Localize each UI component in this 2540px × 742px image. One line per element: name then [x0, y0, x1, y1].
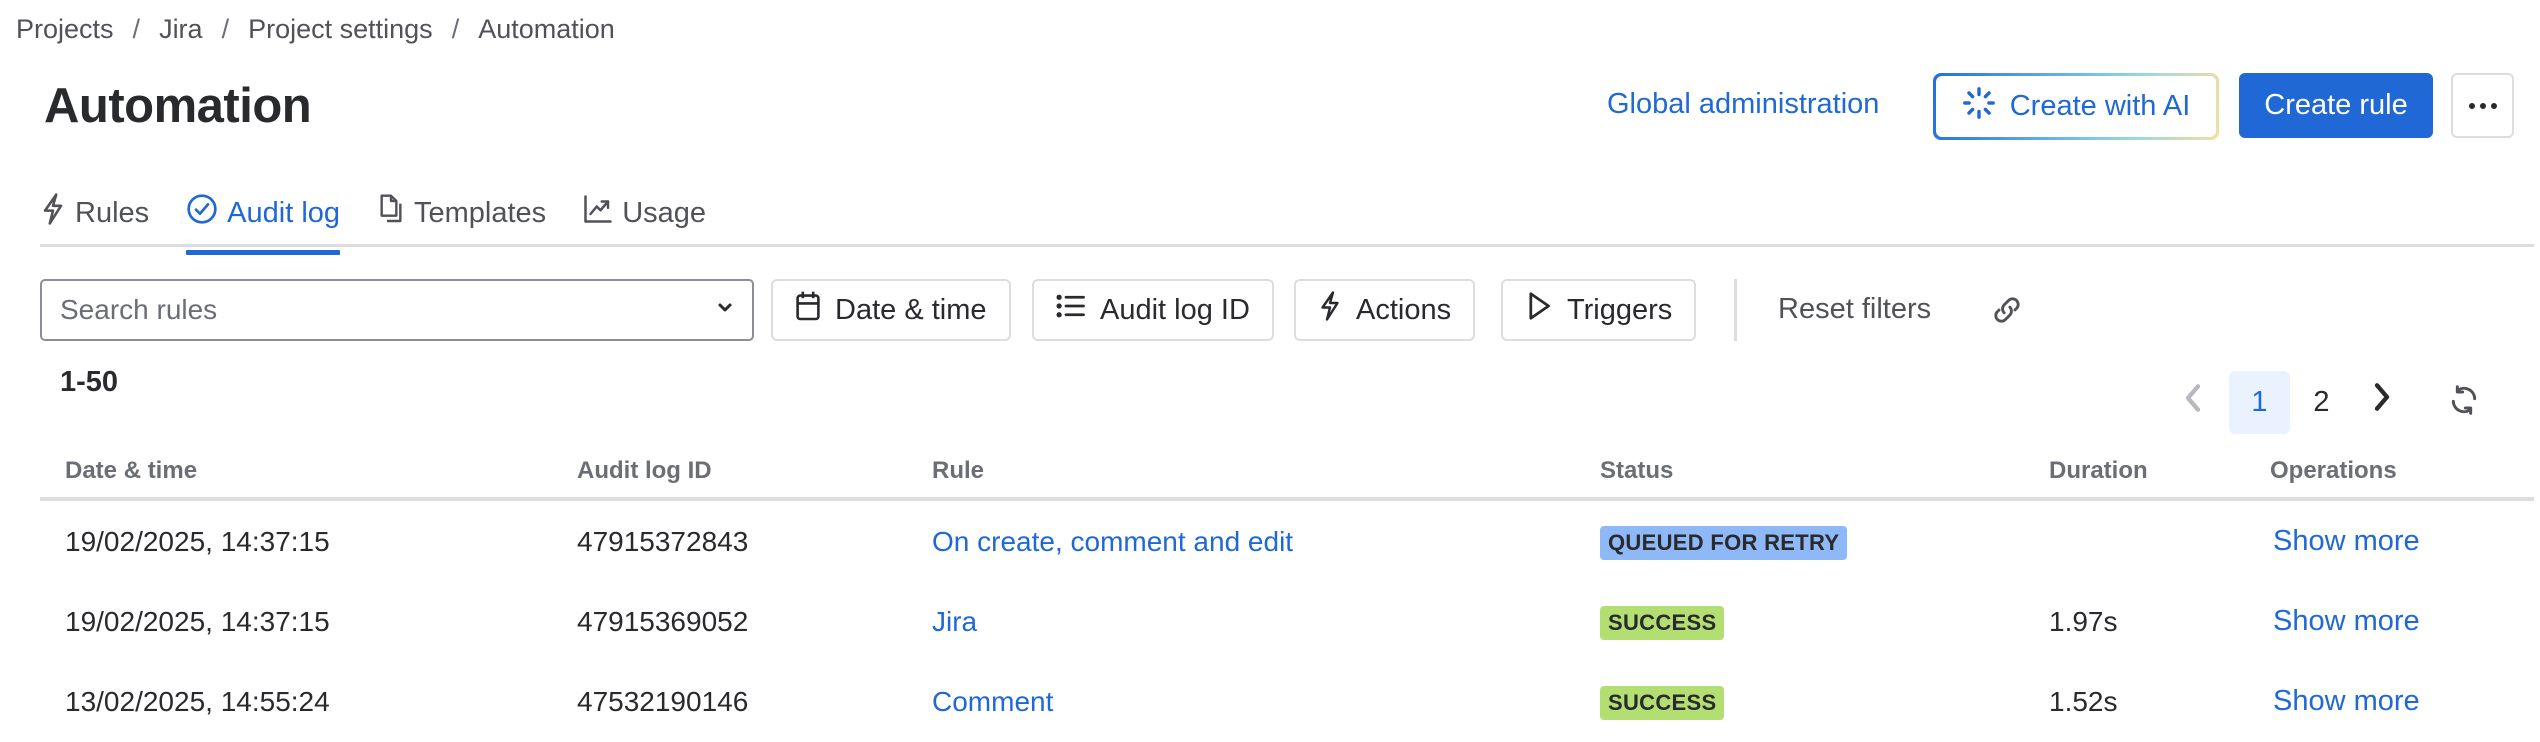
- tab-label: Templates: [414, 196, 547, 229]
- more-horizontal-icon: [2468, 97, 2498, 115]
- cell-audit-log-id: 47915372843: [577, 526, 749, 557]
- column-header-operations: Operations: [2270, 457, 2397, 484]
- actions-filter-button[interactable]: Actions: [1294, 279, 1476, 341]
- column-header-date-time[interactable]: Date & time: [65, 457, 197, 485]
- status-badge: SUCCESS: [1600, 606, 1725, 640]
- cell-duration: 1.52s: [2049, 686, 2118, 717]
- copy-document-icon: [377, 193, 405, 233]
- cell-date: 19/02/2025, 14:37:15: [65, 526, 330, 557]
- play-icon: [1525, 291, 1553, 329]
- date-time-filter-button[interactable]: Date & time: [771, 279, 1011, 341]
- column-header-audit-log-id[interactable]: Audit log ID: [577, 457, 712, 485]
- breadcrumb-separator: /: [132, 14, 141, 44]
- filter-label: Actions: [1356, 293, 1452, 326]
- more-actions-button[interactable]: [2451, 73, 2514, 138]
- search-rules-combobox[interactable]: [40, 279, 754, 341]
- chevron-down-icon[interactable]: [716, 301, 734, 319]
- show-more-link[interactable]: Show more: [2273, 605, 2420, 638]
- status-badge: QUEUED FOR RETRY: [1600, 526, 1848, 560]
- page-1-button[interactable]: 1: [2229, 371, 2290, 434]
- rule-link[interactable]: Comment: [932, 686, 1053, 718]
- previous-page-button[interactable]: [2183, 383, 2203, 418]
- list-icon: [1056, 293, 1086, 327]
- breadcrumb-automation[interactable]: Automation: [478, 14, 615, 45]
- tab-usage[interactable]: Usage: [583, 193, 706, 247]
- results-range: 1-50: [60, 366, 119, 398]
- filter-separator: [1734, 279, 1737, 341]
- ai-sparkle-icon: [1962, 86, 1996, 128]
- filter-label: Date & time: [835, 293, 987, 326]
- create-rule-button[interactable]: Create rule: [2239, 73, 2433, 138]
- breadcrumb-separator: /: [221, 14, 230, 44]
- tab-label: Audit log: [227, 196, 341, 229]
- rule-link[interactable]: On create, comment and edit: [932, 526, 1293, 558]
- create-with-ai-button[interactable]: Create with AI: [1933, 73, 2219, 140]
- lightning-icon: [40, 193, 66, 233]
- cell-date: 19/02/2025, 14:37:15: [65, 606, 330, 637]
- tab-templates[interactable]: Templates: [377, 193, 546, 247]
- column-header-status[interactable]: Status: [1600, 457, 1673, 485]
- triggers-filter-button[interactable]: Triggers: [1501, 279, 1697, 341]
- filter-label: Audit log ID: [1100, 293, 1250, 326]
- breadcrumb-projects[interactable]: Projects: [16, 14, 114, 45]
- calendar-icon: [795, 290, 821, 330]
- table-header-divider: [40, 497, 2534, 501]
- breadcrumb-jira[interactable]: Jira: [159, 14, 203, 45]
- create-with-ai-label: Create with AI: [2009, 90, 2191, 122]
- cell-duration: 1.97s: [2049, 606, 2118, 637]
- filter-label: Triggers: [1567, 293, 1673, 326]
- global-administration-link[interactable]: Global administration: [1607, 88, 1879, 121]
- column-header-duration[interactable]: Duration: [2049, 457, 2148, 485]
- tab-audit-log[interactable]: Audit log: [186, 193, 341, 255]
- tab-rules[interactable]: Rules: [40, 193, 149, 247]
- search-rules-input[interactable]: [60, 294, 716, 326]
- lightning-icon: [1318, 290, 1342, 330]
- tab-list: Rules Audit log Templates Usage: [40, 193, 743, 255]
- refresh-button[interactable]: [2448, 384, 2480, 421]
- check-circle-icon: [186, 193, 218, 233]
- page-title: Automation: [44, 79, 312, 133]
- breadcrumb-separator: /: [451, 14, 460, 44]
- reset-filters-button[interactable]: Reset filters: [1778, 293, 1931, 326]
- copy-link-icon[interactable]: [1990, 293, 2024, 332]
- breadcrumb-project-settings[interactable]: Project settings: [248, 14, 433, 45]
- chevron-right-icon: [2372, 383, 2392, 416]
- rule-link[interactable]: Jira: [932, 606, 977, 638]
- show-more-link[interactable]: Show more: [2273, 685, 2420, 718]
- audit-log-id-filter-button[interactable]: Audit log ID: [1032, 279, 1274, 341]
- line-chart-icon: [583, 194, 613, 232]
- breadcrumb: Projects / Jira / Project settings / Aut…: [16, 14, 615, 45]
- chevron-left-icon: [2183, 384, 2203, 417]
- cell-date: 13/02/2025, 14:55:24: [65, 686, 330, 717]
- cell-audit-log-id: 47915369052: [577, 606, 749, 637]
- column-header-rule[interactable]: Rule: [932, 457, 984, 485]
- cell-audit-log-id: 47532190146: [577, 686, 749, 717]
- tab-label: Rules: [75, 196, 150, 229]
- refresh-icon: [2448, 385, 2480, 420]
- show-more-link[interactable]: Show more: [2273, 525, 2420, 558]
- tab-divider: [40, 244, 2534, 247]
- next-page-button[interactable]: [2372, 382, 2392, 417]
- tab-label: Usage: [622, 196, 707, 229]
- status-badge: SUCCESS: [1600, 686, 1725, 720]
- page-2-button[interactable]: 2: [2291, 371, 2352, 434]
